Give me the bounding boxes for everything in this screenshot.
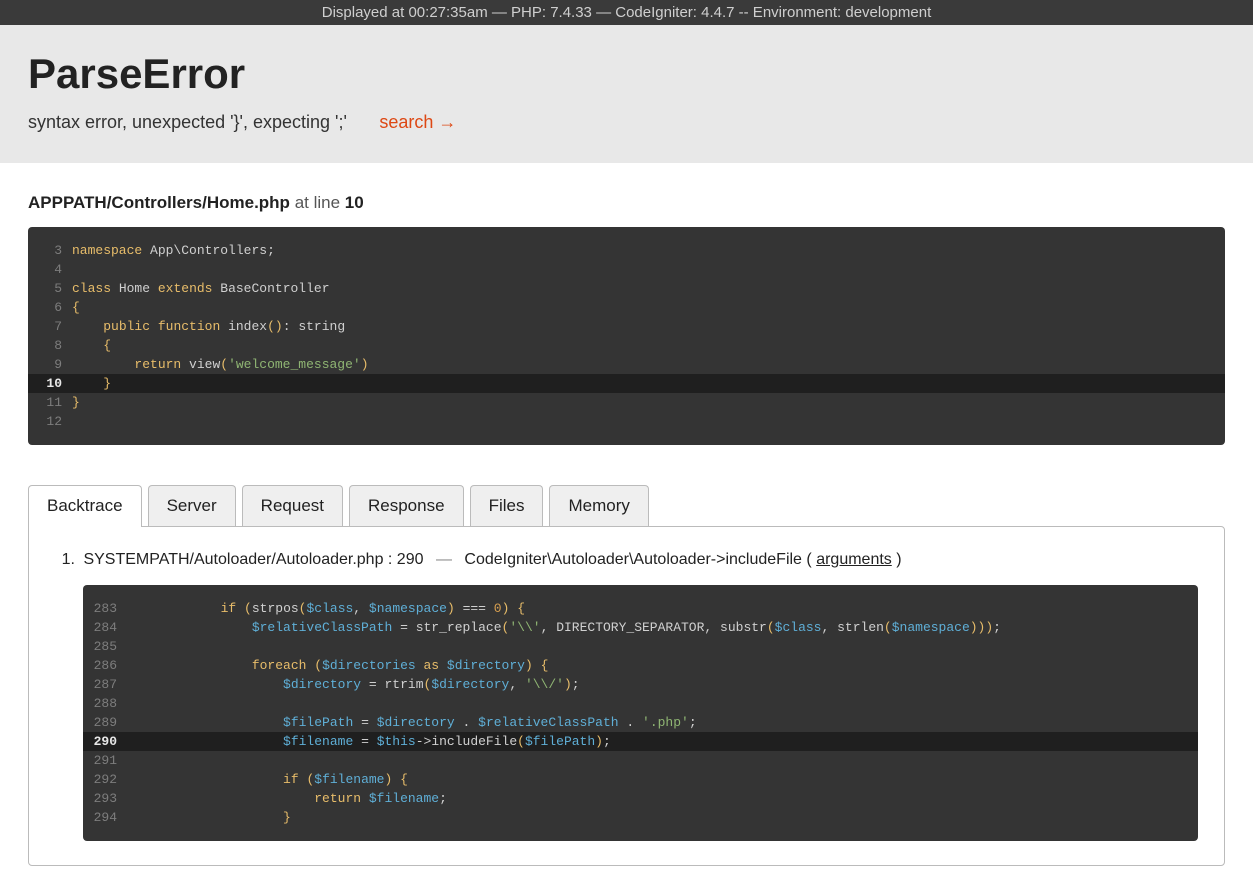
- line-number: 284: [83, 618, 127, 637]
- trace-close-paren: ): [896, 551, 901, 568]
- code-content: namespace App\Controllers;: [72, 241, 1225, 260]
- code-line: 287 $directory = rtrim($directory, '\\/'…: [83, 675, 1198, 694]
- code-line: 289 $filePath = $directory . $relativeCl…: [83, 713, 1198, 732]
- code-content: }: [127, 808, 1198, 827]
- error-title: ParseError: [28, 50, 1225, 98]
- code-line: 284 $relativeClassPath = str_replace('\\…: [83, 618, 1198, 637]
- line-number: 292: [83, 770, 127, 789]
- code-content: return view('welcome_message'): [72, 355, 1225, 374]
- code-content: class Home extends BaseController: [72, 279, 1225, 298]
- code-content: [127, 751, 1198, 770]
- trace-arguments-link[interactable]: arguments: [816, 551, 892, 568]
- trace-file: SYSTEMPATH/Autoloader/Autoloader.php : 2…: [83, 551, 423, 568]
- line-number: 285: [83, 637, 127, 656]
- code-line: 12: [28, 412, 1225, 431]
- code-content: [72, 412, 1225, 431]
- code-content: $relativeClassPath = str_replace('\\', D…: [127, 618, 1198, 637]
- tab-response[interactable]: Response: [349, 485, 464, 526]
- tab-files[interactable]: Files: [470, 485, 544, 526]
- line-number: 8: [28, 336, 72, 355]
- tab-request[interactable]: Request: [242, 485, 343, 526]
- line-number: 5: [28, 279, 72, 298]
- error-header: ParseError syntax error, unexpected '}',…: [0, 25, 1253, 163]
- code-content: return $filename;: [127, 789, 1198, 808]
- code-line: 283 if (strpos($class, $namespace) === 0…: [83, 599, 1198, 618]
- at-line-label: at line: [295, 193, 345, 212]
- source-line-number: 10: [345, 193, 364, 212]
- code-line: 285: [83, 637, 1198, 656]
- line-number: 291: [83, 751, 127, 770]
- code-content: [127, 694, 1198, 713]
- code-line: 291: [83, 751, 1198, 770]
- code-line: 5class Home extends BaseController: [28, 279, 1225, 298]
- source-path: APPPATH/Controllers/Home.php: [28, 193, 290, 212]
- code-content: {: [72, 336, 1225, 355]
- tab-content-backtrace: 1. SYSTEMPATH/Autoloader/Autoloader.php …: [28, 526, 1225, 866]
- trace-index: 1.: [55, 551, 75, 569]
- code-content: [127, 637, 1198, 656]
- line-number: 6: [28, 298, 72, 317]
- trace-separator: —: [436, 551, 452, 568]
- line-number: 286: [83, 656, 127, 675]
- line-number: 290: [83, 732, 127, 751]
- tab-server[interactable]: Server: [148, 485, 236, 526]
- line-number: 12: [28, 412, 72, 431]
- line-number: 7: [28, 317, 72, 336]
- trace-code-block: 283 if (strpos($class, $namespace) === 0…: [83, 585, 1198, 841]
- trace-code-container: 283 if (strpos($class, $namespace) === 0…: [83, 585, 1198, 841]
- code-line: 293 return $filename;: [83, 789, 1198, 808]
- main-content: APPPATH/Controllers/Home.php at line 10 …: [0, 163, 1253, 896]
- line-number: 289: [83, 713, 127, 732]
- line-number: 9: [28, 355, 72, 374]
- search-link[interactable]: search →: [379, 112, 456, 133]
- code-content: if ($filename) {: [127, 770, 1198, 789]
- code-line: 6{: [28, 298, 1225, 317]
- line-number: 293: [83, 789, 127, 808]
- code-content: if (strpos($class, $namespace) === 0) {: [127, 599, 1198, 618]
- line-number: 283: [83, 599, 127, 618]
- code-line: 4: [28, 260, 1225, 279]
- code-line: 9 return view('welcome_message'): [28, 355, 1225, 374]
- code-content: public function index(): string: [72, 317, 1225, 336]
- code-line: 294 }: [83, 808, 1198, 827]
- trace-call: CodeIgniter\Autoloader\Autoloader->inclu…: [464, 551, 811, 568]
- line-number: 288: [83, 694, 127, 713]
- backtrace-item: 1. SYSTEMPATH/Autoloader/Autoloader.php …: [55, 551, 1198, 569]
- error-message: syntax error, unexpected '}', expecting …: [28, 112, 347, 133]
- tab-backtrace[interactable]: Backtrace: [28, 485, 142, 526]
- line-number: 294: [83, 808, 127, 827]
- code-content: $filePath = $directory . $relativeClassP…: [127, 713, 1198, 732]
- code-line: 8 {: [28, 336, 1225, 355]
- line-number: 287: [83, 675, 127, 694]
- code-content: [72, 260, 1225, 279]
- line-number: 10: [28, 374, 72, 393]
- tab-bar: BacktraceServerRequestResponseFilesMemor…: [28, 485, 1225, 526]
- search-link-label: search →: [379, 112, 456, 133]
- code-content: {: [72, 298, 1225, 317]
- source-code-block: 3namespace App\Controllers;45class Home …: [28, 227, 1225, 445]
- source-location: APPPATH/Controllers/Home.php at line 10: [28, 193, 1225, 213]
- code-line: 290 $filename = $this->includeFile($file…: [83, 732, 1198, 751]
- code-line: 11}: [28, 393, 1225, 412]
- code-line: 286 foreach ($directories as $directory)…: [83, 656, 1198, 675]
- line-number: 3: [28, 241, 72, 260]
- line-number: 4: [28, 260, 72, 279]
- code-content: $filename = $this->includeFile($filePath…: [127, 732, 1198, 751]
- line-number: 11: [28, 393, 72, 412]
- code-content: foreach ($directories as $directory) {: [127, 656, 1198, 675]
- code-content: }: [72, 374, 1225, 393]
- code-line: 292 if ($filename) {: [83, 770, 1198, 789]
- code-content: $directory = rtrim($directory, '\\/');: [127, 675, 1198, 694]
- code-content: }: [72, 393, 1225, 412]
- environment-topbar: Displayed at 00:27:35am — PHP: 7.4.33 — …: [0, 0, 1253, 25]
- code-line: 288: [83, 694, 1198, 713]
- code-line: 3namespace App\Controllers;: [28, 241, 1225, 260]
- tab-memory[interactable]: Memory: [549, 485, 648, 526]
- code-line: 7 public function index(): string: [28, 317, 1225, 336]
- code-line: 10 }: [28, 374, 1225, 393]
